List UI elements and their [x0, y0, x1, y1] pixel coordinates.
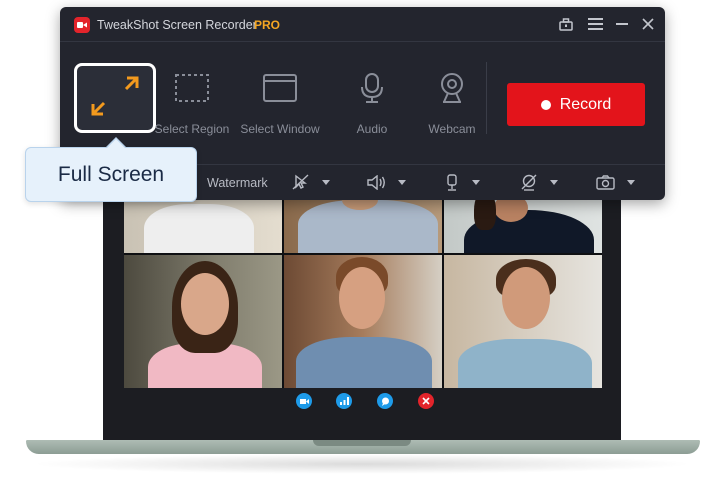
- divider: [486, 62, 487, 134]
- video-icon[interactable]: [296, 393, 312, 409]
- mode-label: Select Region: [154, 122, 230, 136]
- participant-tile: [444, 255, 602, 388]
- end-call-icon[interactable]: [418, 393, 434, 409]
- chat-icon[interactable]: [377, 393, 393, 409]
- tooltip: Full Screen: [25, 147, 197, 202]
- mode-audio[interactable]: Audio: [327, 60, 417, 140]
- mode-label: Audio: [356, 122, 388, 136]
- chevron-down-icon: [550, 179, 558, 185]
- laptop-shadow: [30, 454, 694, 474]
- microphone-option[interactable]: [444, 171, 480, 193]
- mode-select-window[interactable]: Select Window: [235, 60, 325, 140]
- menu-icon[interactable]: [585, 14, 605, 34]
- app-logo-icon: [74, 17, 90, 33]
- mode-select-region[interactable]: Select Region: [147, 60, 237, 140]
- video-call-grid: [124, 200, 602, 412]
- camera-icon: [596, 174, 615, 190]
- tooltip-text: Full Screen: [57, 162, 165, 186]
- screenshot-option[interactable]: [596, 171, 635, 193]
- watermark-option[interactable]: Watermark: [207, 176, 268, 190]
- participant-tile: [124, 200, 282, 253]
- region-icon: [175, 74, 209, 102]
- chevron-down-icon: [322, 179, 330, 185]
- mode-webcam[interactable]: Webcam: [407, 60, 497, 140]
- webcam-option[interactable]: [520, 171, 558, 193]
- mode-label: Webcam: [428, 122, 476, 136]
- tooltip-arrow: [106, 139, 126, 149]
- record-label: Record: [559, 95, 612, 113]
- mode-label: Select Window: [240, 122, 320, 136]
- close-icon[interactable]: [638, 14, 658, 34]
- app-title: TweakShot Screen Recorder: [97, 18, 257, 32]
- toolbox-icon[interactable]: [556, 14, 576, 34]
- record-dot-icon: [540, 99, 551, 110]
- webcam-off-icon: [521, 174, 537, 191]
- participant-tile: [124, 255, 282, 388]
- cursor-icon: [292, 174, 309, 190]
- pro-badge: PRO: [254, 18, 281, 32]
- laptop-notch: [313, 440, 411, 446]
- record-button[interactable]: Record: [507, 83, 645, 126]
- participant-tile: [284, 255, 442, 388]
- fullscreen-icon: [91, 76, 139, 116]
- cursor-option[interactable]: [292, 171, 330, 193]
- speaker-option[interactable]: [367, 171, 406, 193]
- microphone-icon: [361, 73, 383, 103]
- chevron-down-icon: [472, 179, 480, 185]
- speaker-icon: [367, 174, 385, 190]
- call-controls-bar: [124, 388, 602, 412]
- participant-tile: [284, 200, 442, 253]
- signal-icon[interactable]: [336, 393, 352, 409]
- chevron-down-icon: [398, 179, 406, 185]
- microphone-icon: [447, 173, 457, 191]
- participant-tile: [444, 200, 602, 253]
- chevron-down-icon: [627, 179, 635, 185]
- window-icon: [263, 74, 297, 102]
- mode-full-screen[interactable]: [74, 63, 156, 133]
- minimize-icon[interactable]: [612, 14, 632, 34]
- webcam-icon: [441, 73, 463, 103]
